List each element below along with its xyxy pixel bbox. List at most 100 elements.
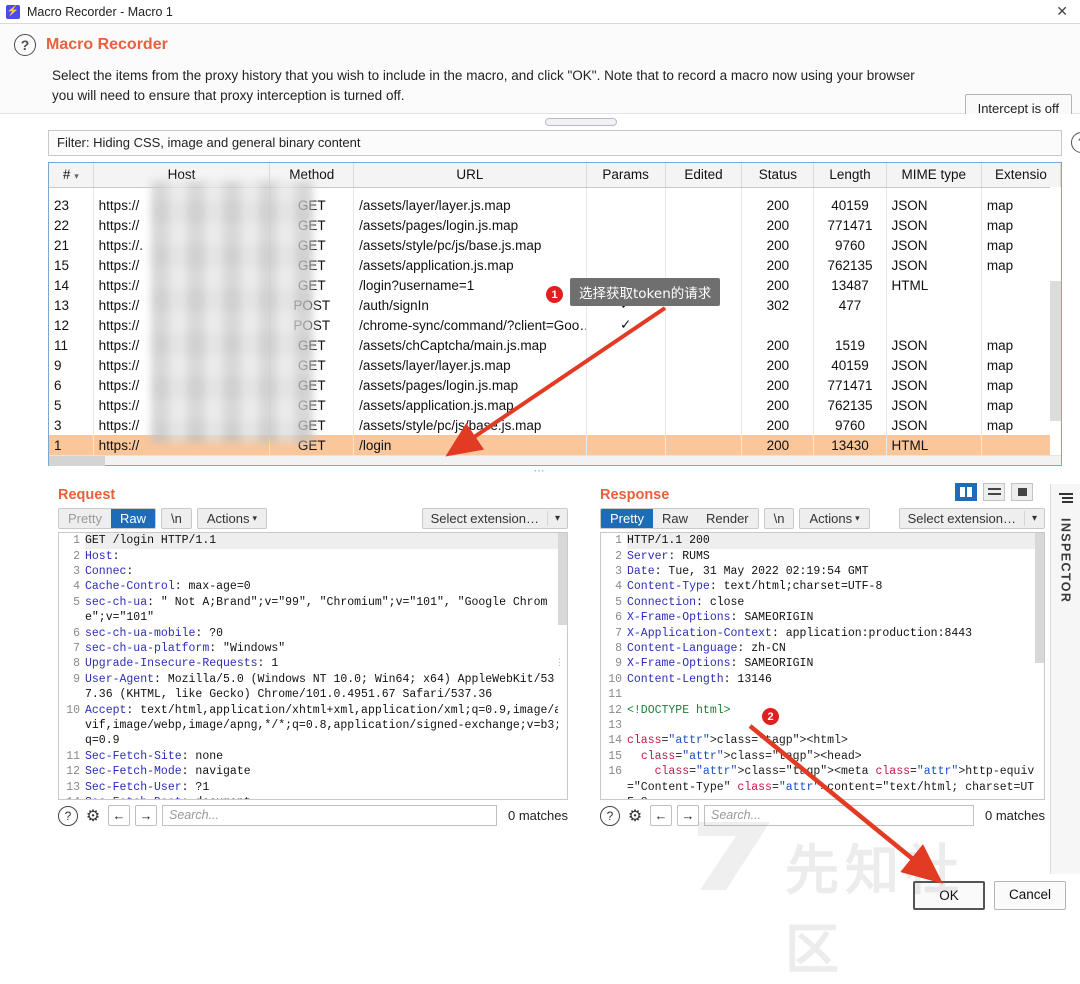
code-line: 1 HTTP/1.1 200 xyxy=(601,533,1044,549)
request-select-extension-label: Select extension… xyxy=(430,511,539,527)
column-header-num[interactable]: # ▾ xyxy=(49,163,94,188)
question-circle-icon[interactable]: ? xyxy=(58,805,78,826)
cell-num: 12 xyxy=(49,315,94,336)
table-vertical-scrollbar[interactable] xyxy=(1050,187,1061,466)
inspector-rail[interactable]: INSPECTOR xyxy=(1050,484,1080,874)
search-next-button[interactable]: → xyxy=(677,805,699,827)
column-header-url[interactable]: URL xyxy=(353,163,587,188)
cell-mime: JSON xyxy=(886,195,982,216)
tab-render[interactable]: Render xyxy=(696,509,758,529)
table-row[interactable]: 23 https://GET/assets/layer/layer.js.map 2… xyxy=(49,195,1062,216)
response-code-scrollbar[interactable] xyxy=(1035,533,1044,800)
column-header-edited[interactable]: Edited xyxy=(665,163,743,188)
cell-edited xyxy=(665,355,743,376)
column-header-host[interactable]: Host xyxy=(93,163,271,188)
code-line: 1 GET /login HTTP/1.1 xyxy=(59,533,567,549)
column-header-extension[interactable]: Extensio xyxy=(981,163,1062,188)
code-line: 11 Sec-Fetch-Site: none xyxy=(59,749,567,764)
ok-button[interactable]: OK xyxy=(913,881,985,910)
response-search-input[interactable]: Search... xyxy=(704,805,975,827)
table-resize-dots[interactable]: ⋯ xyxy=(0,466,1080,479)
close-icon[interactable]: ✕ xyxy=(1050,3,1074,20)
code-line: 13 Sec-Fetch-User: ?1 xyxy=(59,780,567,795)
cell-num: 21 xyxy=(49,235,94,256)
line-number: 11 xyxy=(66,749,80,763)
tab-newline[interactable]: \n xyxy=(160,508,192,530)
cell-host: https:// xyxy=(93,435,271,456)
line-number: 14 xyxy=(608,734,622,748)
table-row[interactable]: 12 https://POST/chrome-sync/command/?clie… xyxy=(49,315,1062,336)
table-body: 23 https://GET/assets/layer/layer.js.map 2… xyxy=(49,187,1062,456)
table-row[interactable]: 6 https://GET/assets/pages/login.js.map 20… xyxy=(49,375,1062,396)
layout-buttons xyxy=(955,483,1033,502)
table-row[interactable]: 1 https://GET/login 200 13430 HTML xyxy=(49,435,1062,456)
table-row[interactable]: 22 https://GET/assets/pages/login.js.map 2… xyxy=(49,215,1062,236)
line-content: User-Agent: Mozilla/5.0 (Windows NT 10.0… xyxy=(85,672,555,702)
response-code-view[interactable]: 1 HTTP/1.1 200 2 Server: RUMS 3 Date: Tue, 31… xyxy=(600,532,1045,801)
cell-extension xyxy=(981,315,1062,336)
request-actions-button[interactable]: Actions ▾ xyxy=(196,508,267,530)
search-prev-button[interactable]: ← xyxy=(108,805,130,827)
table-row[interactable]: 21 https://. GET/assets/style/pc/js/base.j… xyxy=(49,235,1062,256)
table-horizontal-scrollbar[interactable] xyxy=(49,455,1061,467)
cell-status: 200 xyxy=(741,235,815,256)
tab-raw[interactable]: Raw xyxy=(110,509,155,529)
column-header-params[interactable]: Params xyxy=(586,163,666,188)
request-select-extension[interactable]: Select extension… ▾ xyxy=(421,508,568,530)
table-row[interactable]: 5 https://GET/assets/application.js.map 20… xyxy=(49,395,1062,416)
code-line: 13 xyxy=(601,718,1044,733)
split-vertical-icon[interactable] xyxy=(955,483,977,502)
request-code-view[interactable]: 1 GET /login HTTP/1.1 2 Host: 3 Connec: 4 Cache… xyxy=(58,532,568,801)
question-circle-icon[interactable]: ? xyxy=(14,34,36,56)
line-content: sec-ch-ua-mobile: ?0 xyxy=(85,626,224,640)
line-number: 14 xyxy=(59,795,85,799)
gear-icon[interactable]: ⚙ xyxy=(625,806,645,826)
cell-extension xyxy=(981,275,1062,296)
table-row-partial xyxy=(49,187,1062,196)
cell-mime: HTML xyxy=(886,435,982,456)
cell-mime: JSON xyxy=(886,215,982,236)
cell-num: 9 xyxy=(49,355,94,376)
tab-raw[interactable]: Raw xyxy=(652,509,697,529)
response-select-extension-label: Select extension… xyxy=(907,511,1016,527)
cell-method: POST xyxy=(269,295,355,316)
response-search-bar: ? ⚙ ← → Search... 0 matches xyxy=(600,805,1045,827)
cell-extension xyxy=(981,295,1062,316)
request-search-input[interactable]: Search... xyxy=(162,805,498,827)
cell-extension: map xyxy=(981,395,1062,416)
column-header-method[interactable]: Method xyxy=(269,163,355,188)
window-title-bar: ⚡ Macro Recorder - Macro 1 ✕ xyxy=(0,0,1080,24)
column-header-length[interactable]: Length xyxy=(813,163,887,188)
splitter-handle[interactable] xyxy=(545,118,617,127)
gear-icon[interactable]: ⚙ xyxy=(83,806,103,826)
table-row[interactable]: 3 https://GET/assets/style/pc/js/base.js.… xyxy=(49,415,1062,436)
line-content: Sec-Fetch-User: ?1 xyxy=(85,780,210,794)
table-row[interactable]: 9 https://GET/assets/layer/layer.js.map 20… xyxy=(49,355,1062,376)
column-header-mime[interactable]: MIME type xyxy=(886,163,982,188)
table-row[interactable]: 11 https://GET/assets/chCaptcha/main.js.m… xyxy=(49,335,1062,356)
cancel-button[interactable]: Cancel xyxy=(994,881,1066,910)
line-number: 9 xyxy=(615,657,622,671)
response-select-extension[interactable]: Select extension… ▾ xyxy=(898,508,1045,530)
split-horizontal-icon[interactable] xyxy=(983,483,1005,502)
pane-grip-icon[interactable]: ⋮ xyxy=(555,658,564,667)
cell-mime xyxy=(886,295,982,316)
response-actions-label: Actions xyxy=(809,511,853,527)
cell-params xyxy=(586,195,666,216)
tab-newline[interactable]: \n xyxy=(763,508,795,530)
search-next-button[interactable]: → xyxy=(135,805,157,827)
single-pane-icon[interactable] xyxy=(1011,483,1033,502)
column-header-status[interactable]: Status xyxy=(741,163,815,188)
response-actions-button[interactable]: Actions ▾ xyxy=(799,508,870,530)
search-prev-button[interactable]: ← xyxy=(650,805,672,827)
filter-bar[interactable]: Filter: Hiding CSS, image and general bi… xyxy=(48,130,1062,157)
tab-pretty[interactable]: Pretty xyxy=(601,509,653,529)
question-circle-icon[interactable]: ? xyxy=(600,805,620,826)
line-number: 2 xyxy=(615,549,622,563)
annotation-tooltip-1: 选择获取token的请求 xyxy=(570,278,721,306)
cell-host: https:// xyxy=(93,295,271,316)
filter-help-icon[interactable]: ? xyxy=(1071,132,1080,154)
cell-edited xyxy=(665,315,743,336)
tab-pretty[interactable]: Pretty xyxy=(59,509,111,529)
table-row[interactable]: 15 https://GET/assets/application.js.map 2… xyxy=(49,255,1062,276)
